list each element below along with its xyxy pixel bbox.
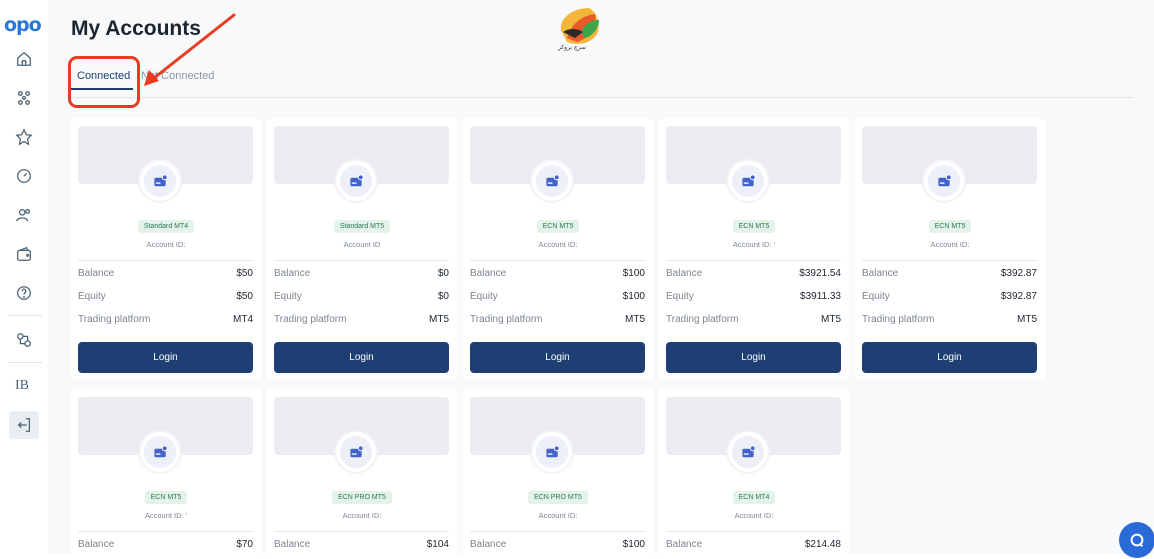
chat-icon	[1130, 533, 1144, 548]
account-card: ECN MT5 Account ID: ' Balance $3921.54 Eq…	[659, 118, 849, 380]
account-card-icon	[349, 444, 364, 457]
account-id: Account ID: '	[144, 511, 188, 520]
wallet-icon[interactable]	[13, 243, 35, 265]
ib-label[interactable]: IB	[15, 378, 29, 394]
account-avatar	[336, 161, 376, 201]
account-type-badge: ECN PRO MT5	[463, 486, 653, 504]
balance-row: Balance $3921.54	[666, 268, 841, 279]
balance-row: Balance $70	[78, 539, 253, 550]
account-card-icon	[741, 444, 756, 457]
account-type-badge: ECN MT5	[463, 215, 653, 233]
platform-row: Trading platform MT5	[666, 314, 841, 325]
account-avatar	[532, 432, 572, 472]
platform-row: Trading platform MT4	[78, 314, 253, 325]
card-divider	[78, 531, 253, 532]
login-button[interactable]: Login	[470, 342, 645, 373]
help-icon[interactable]	[13, 282, 35, 304]
balance-row: Balance $104	[274, 539, 449, 550]
account-avatar	[532, 161, 572, 201]
account-card: ECN MT5 Account ID: Balance $392.87 Equit…	[855, 118, 1045, 380]
account-card: ECN MT5 Account ID: Balance $100 Equity $1…	[463, 118, 653, 380]
account-id: Account ID:	[146, 240, 186, 249]
account-type-badge: ECN MT4	[659, 486, 849, 504]
account-id: Account ID:	[930, 240, 970, 249]
login-button[interactable]: Login	[862, 342, 1037, 373]
account-type-badge: Standard MT5	[267, 215, 457, 233]
sidebar-divider	[8, 315, 42, 316]
account-card-icon	[545, 173, 560, 186]
account-card-icon	[153, 444, 168, 457]
account-type-badge: ECN MT5	[71, 486, 261, 504]
balance-row: Balance $214.48	[666, 539, 841, 550]
card-divider	[78, 260, 253, 261]
platform-row: Trading platform MT5	[470, 314, 645, 325]
chat-support-button[interactable]	[1119, 522, 1154, 558]
account-avatar	[728, 161, 768, 201]
account-card-icon	[741, 173, 756, 186]
account-id: Account ID:	[538, 240, 578, 249]
card-divider	[470, 260, 645, 261]
annotation-highlight	[68, 56, 140, 108]
main-content: My Accounts Connected Not Connected سرچ …	[51, 0, 1154, 559]
account-card: Standard MT4 Account ID: Balance $50 Equi…	[71, 118, 261, 380]
account-type-badge: Standard MT4	[71, 215, 261, 233]
users-icon[interactable]	[13, 204, 35, 226]
account-avatar	[140, 161, 180, 201]
brand-logo[interactable]: opo	[4, 14, 42, 36]
account-card-icon	[545, 444, 560, 457]
balance-row: Balance $100	[470, 539, 645, 550]
login-button[interactable]: Login	[666, 342, 841, 373]
account-card: Standard MT5 Account ID Balance $0 Equity…	[267, 118, 457, 380]
platform-row: Trading platform MT5	[862, 314, 1037, 325]
card-divider	[274, 260, 449, 261]
card-divider	[470, 531, 645, 532]
card-divider	[274, 531, 449, 532]
account-id: Account ID	[343, 240, 381, 249]
logout-icon[interactable]	[9, 411, 39, 439]
account-avatar	[728, 432, 768, 472]
equity-row: Equity $50	[78, 291, 253, 302]
account-card: ECN MT4 Account ID: Balance $214.48	[659, 389, 849, 559]
annotation-arrow	[144, 13, 236, 86]
sidebar: opo IB	[0, 0, 50, 554]
partners-icon[interactable]	[13, 329, 35, 351]
account-id: Account ID:	[538, 511, 578, 520]
account-avatar	[336, 432, 376, 472]
card-divider	[666, 531, 841, 532]
account-card: ECN PRO MT5 Account ID: Balance $104	[267, 389, 457, 559]
watermark-text: سرچ بروکر	[558, 45, 586, 51]
card-divider	[862, 260, 1037, 261]
login-button[interactable]: Login	[274, 342, 449, 373]
account-avatar	[924, 161, 964, 201]
account-avatar	[140, 432, 180, 472]
equity-row: Equity $3911.33	[666, 291, 841, 302]
star-icon[interactable]	[13, 126, 35, 148]
balance-row: Balance $0	[274, 268, 449, 279]
account-type-badge: ECN MT5	[855, 215, 1045, 233]
equity-row: Equity $0	[274, 291, 449, 302]
account-id: Account ID: '	[732, 240, 776, 249]
balance-row: Balance $100	[470, 268, 645, 279]
platform-row: Trading platform MT5	[274, 314, 449, 325]
home-icon[interactable]	[13, 48, 35, 70]
gauge-icon[interactable]	[13, 165, 35, 187]
account-card-icon	[349, 173, 364, 186]
account-type-badge: ECN MT5	[659, 215, 849, 233]
account-id: Account ID:	[342, 511, 382, 520]
network-icon[interactable]	[13, 87, 35, 109]
account-type-badge: ECN PRO MT5	[267, 486, 457, 504]
equity-row: Equity $100	[470, 291, 645, 302]
login-button[interactable]: Login	[78, 342, 253, 373]
card-divider	[666, 260, 841, 261]
account-card-icon	[937, 173, 952, 186]
equity-row: Equity $392.87	[862, 291, 1037, 302]
account-card: ECN MT5 Account ID: ' Balance $70	[71, 389, 261, 559]
sidebar-divider	[8, 362, 42, 363]
account-card-icon	[153, 173, 168, 186]
balance-row: Balance $50	[78, 268, 253, 279]
balance-row: Balance $392.87	[862, 268, 1037, 279]
account-id: Account ID:	[734, 511, 774, 520]
account-card: ECN PRO MT5 Account ID: Balance $100	[463, 389, 653, 559]
